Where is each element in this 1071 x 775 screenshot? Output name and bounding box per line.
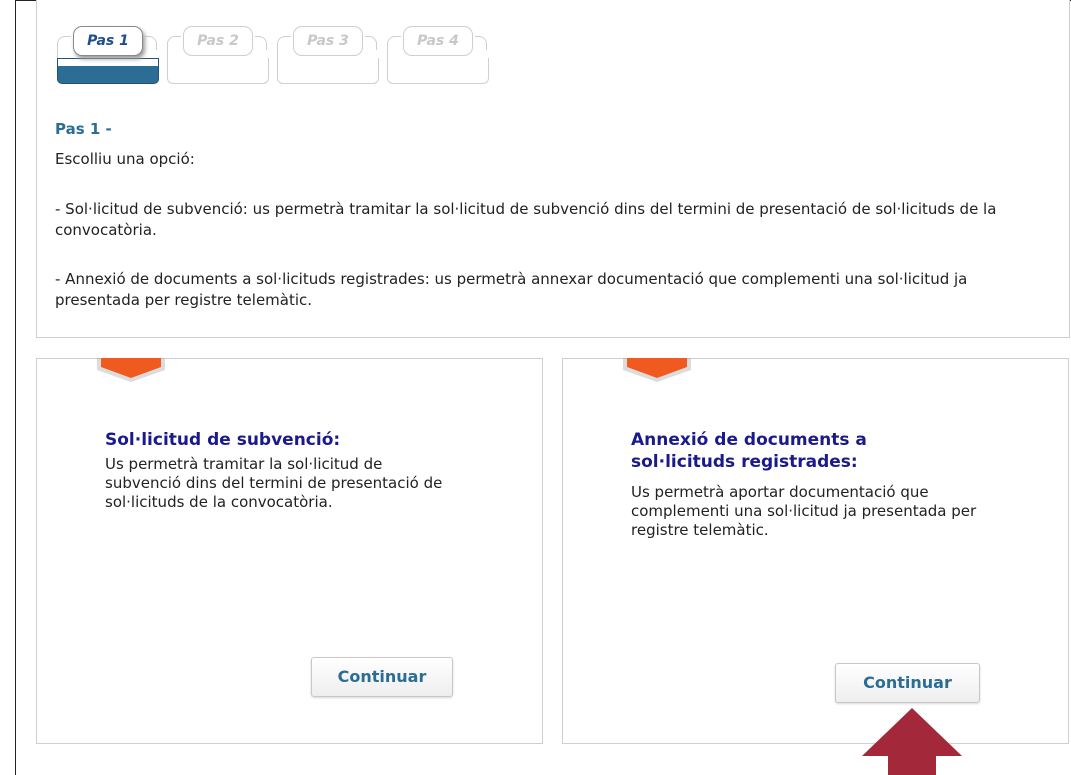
tab-hook-right (145, 36, 157, 50)
step-label: Pas 2 (183, 26, 253, 56)
step-tabs: Pas 1 Pas 2 Pas 3 Pas 4 (57, 22, 537, 88)
step-label: Pas 3 (293, 26, 363, 56)
tab-hook-right (255, 36, 267, 50)
orange-ribbon-icon (97, 358, 165, 382)
option-description-subvencio: - Sol·licitud de subvenció: us permetrà … (55, 200, 997, 239)
tab-hook-left (277, 36, 291, 58)
card-title: Sol·licitud de subvenció: (105, 430, 341, 450)
step-label: Pas 4 (403, 26, 473, 56)
tab-step-4[interactable]: Pas 4 (387, 22, 497, 88)
tab-hook-right (365, 36, 377, 50)
continue-button[interactable]: Continuar (835, 663, 980, 703)
step-indicator-bar (387, 58, 489, 84)
option-card-annexio: Annexió de documents a sol·licituds regi… (562, 358, 1069, 744)
instructions-panel: Pas 1 Pas 2 Pas 3 Pas 4 Pas 1 - Escolliu… (36, 0, 1070, 338)
tab-hook-left (57, 36, 71, 58)
tab-step-2[interactable]: Pas 2 (167, 22, 277, 88)
step-title: Pas 1 - (55, 120, 112, 138)
continue-button[interactable]: Continuar (311, 657, 453, 697)
step-indicator-bar (277, 58, 379, 84)
tab-hook-right (475, 36, 487, 50)
tab-hook-left (167, 36, 181, 58)
step-indicator-bar (57, 58, 159, 84)
option-description-annexio: - Annexió de documents a sol·licituds re… (55, 270, 968, 309)
option-card-subvencio: Sol·licitud de subvenció: Us permetrà tr… (36, 358, 543, 744)
orange-ribbon-icon (623, 358, 691, 382)
up-arrow-icon (862, 708, 962, 775)
card-title: Annexió de documents a sol·licituds regi… (631, 430, 867, 472)
card-description: Us permetrà tramitar la sol·licitud de s… (105, 455, 443, 511)
step-indicator-bar (167, 58, 269, 84)
tab-step-3[interactable]: Pas 3 (277, 22, 387, 88)
tab-hook-left (387, 36, 401, 58)
card-description: Us permetrà aportar documentació que com… (631, 483, 977, 539)
tab-step-1[interactable]: Pas 1 (57, 22, 167, 88)
step-label: Pas 1 (73, 26, 143, 56)
step-prompt: Escolliu una opció: (55, 150, 195, 168)
